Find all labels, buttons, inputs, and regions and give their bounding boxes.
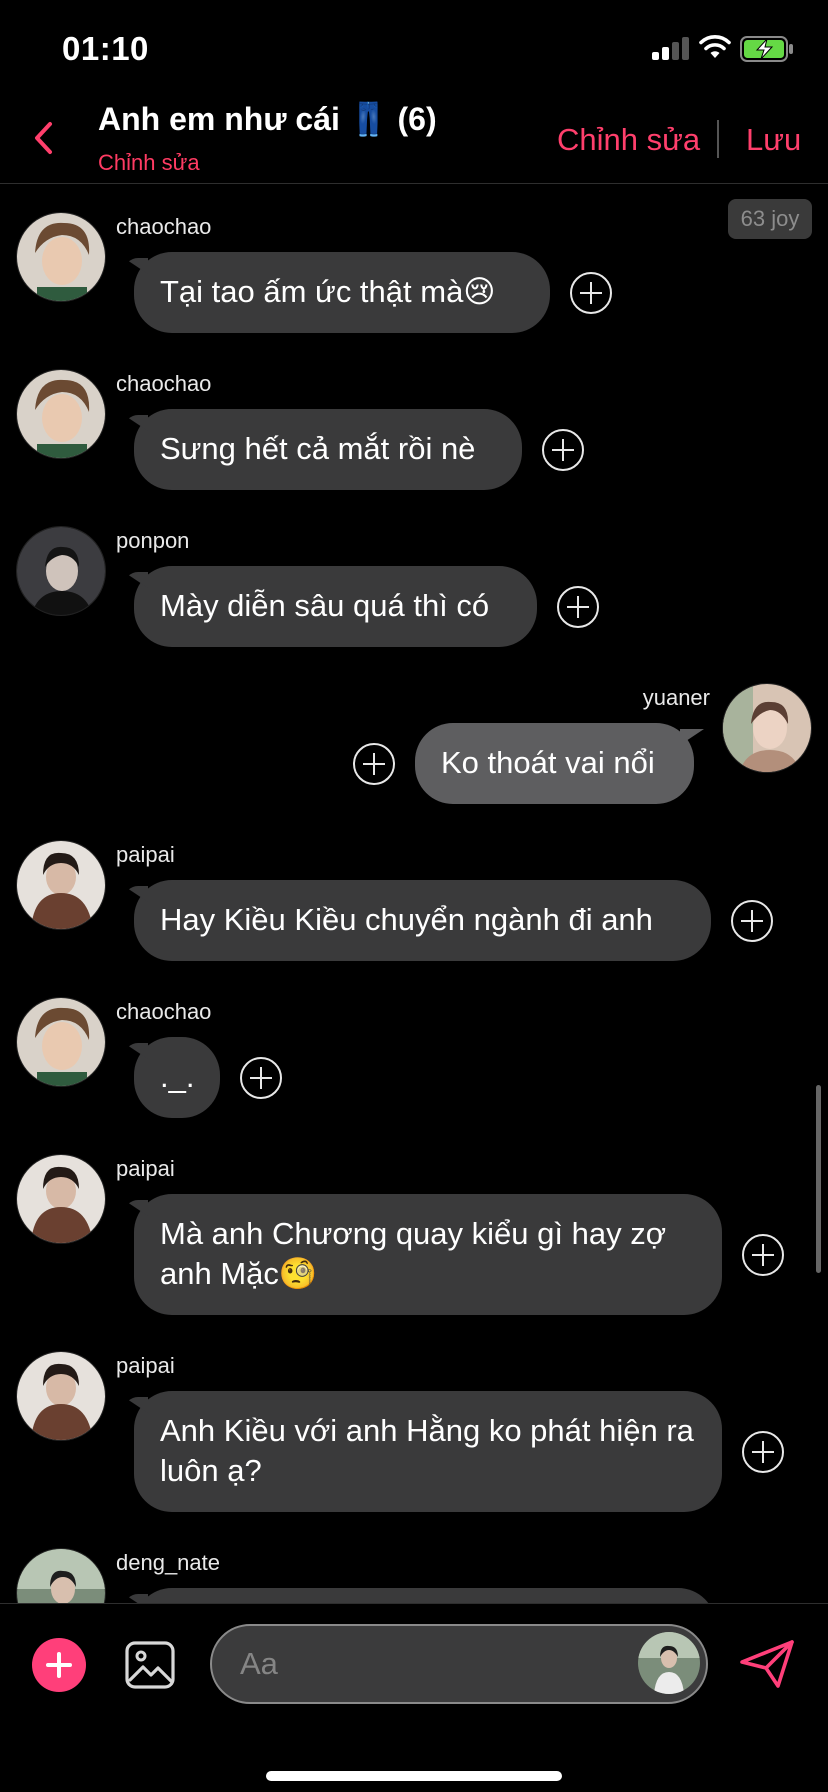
message-bubble[interactable]: Sưng hết cả mắt rồi nè [124,409,522,490]
avatar-deng-nate[interactable] [16,1548,106,1603]
message-text: Tại tao ấm ức thật mà😢 [160,274,496,309]
message-username: paipai [116,1156,175,1181]
save-button[interactable]: Lưu [746,122,801,158]
message-row: yuaner Ko thoát vai nổi [0,656,828,806]
chat-header: Anh em như cái 👖 (6) Chỉnh sửa Chỉnh sửa… [0,96,828,184]
message-username: chaochao [116,999,212,1024]
message-bubble[interactable]: ._. [124,1037,220,1118]
chat-title[interactable]: Anh em như cái 👖 (6) [98,100,437,138]
message-bubble[interactable]: Mà anh Chương quay kiểu gì hay zợ anh Mặ… [124,1194,722,1315]
scrollbar[interactable] [816,1085,821,1273]
message-text: Sưng hết cả mắt rồi nè [160,431,476,466]
message-text: Hay Kiều Kiều chuyển ngành đi anh [160,902,653,937]
message-text: Anh Kiều với anh Hằng ko phát hiện ra lu… [160,1413,694,1488]
wifi-icon [699,35,731,58]
header-divider [717,120,719,158]
message-username: paipai [116,842,175,867]
avatar-paipai[interactable] [16,1351,106,1441]
signal-icon [652,36,690,60]
message-username: chaochao [116,214,212,239]
add-reaction-button[interactable] [742,1234,784,1276]
status-time: 01:10 [62,30,149,67]
message-username: ponpon [116,528,190,553]
message-username: yuaner [642,685,710,710]
add-reaction-button[interactable] [240,1057,282,1099]
message-row: ponpon Mày diễn sâu quá thì có [0,499,828,649]
message-bubble[interactable]: Anh Kiều với anh Hằng ko phát hiện ra lu… [124,1391,722,1512]
edit-button[interactable]: Chỉnh sửa [557,122,700,158]
add-reaction-button[interactable] [353,743,395,785]
message-bubble[interactable]: Ko thoát vai nổi [415,723,704,804]
avatar-ponpon[interactable] [16,526,106,616]
message-text: Mày diễn sâu quá thì có [160,588,490,623]
add-reaction-button[interactable] [557,586,599,628]
message-composer [0,1603,828,1792]
message-bubble[interactable]: Tại tao ấm ức thật mà😢 [124,252,550,333]
image-icon[interactable] [124,1640,176,1690]
message-bubble[interactable] [124,1588,716,1603]
avatar-chaochao[interactable] [16,369,106,459]
message-username: paipai [116,1353,175,1378]
message-text: Ko thoát vai nổi [441,745,655,780]
message-bubble[interactable]: Mày diễn sâu quá thì có [124,566,537,647]
avatar-chaochao[interactable] [16,997,106,1087]
battery-charging-icon [740,36,793,62]
message-bubble[interactable]: Hay Kiều Kiều chuyển ngành đi anh [124,880,711,961]
message-text: Mà anh Chương quay kiểu gì hay zợ anh Mặ… [160,1216,667,1291]
message-username: deng_nate [116,1550,220,1575]
message-input-wrapper [210,1624,708,1704]
message-row: paipai Anh Kiều với anh Hằng ko phát hiệ… [0,1324,828,1514]
avatar-yuaner[interactable] [722,683,812,773]
message-input[interactable] [240,1626,620,1702]
composer-avatar[interactable] [638,1632,700,1694]
message-row: chaochao Tại tao ấm ức thật mà😢 [0,185,828,335]
message-row: paipai Mà anh Chương quay kiểu gì hay zợ… [0,1127,828,1317]
add-reaction-button[interactable] [742,1431,784,1473]
add-reaction-button[interactable] [542,429,584,471]
home-indicator [266,1771,562,1781]
message-row: chaochao Sưng hết cả mắt rồi nè [0,342,828,492]
chat-subtitle-edit[interactable]: Chỉnh sửa [98,150,200,176]
message-row: chaochao ._. [0,970,828,1120]
message-username: chaochao [116,371,212,396]
message-text: ._. [160,1059,195,1094]
plus-icon[interactable] [32,1638,86,1692]
message-row: paipai Hay Kiều Kiều chuyển ngành đi anh [0,813,828,963]
chevron-left-icon[interactable] [24,116,64,160]
avatar-paipai[interactable] [16,1154,106,1244]
message-list[interactable]: 63 joy chaochao Tại tao ấm ức thật mà😢 c… [0,185,828,1603]
message-row: deng_nate [0,1521,828,1603]
send-icon[interactable] [738,1638,796,1690]
add-reaction-button[interactable] [731,900,773,942]
avatar-chaochao[interactable] [16,212,106,302]
add-reaction-button[interactable] [570,272,612,314]
avatar-paipai[interactable] [16,840,106,930]
status-bar: 01:10 [0,0,828,96]
